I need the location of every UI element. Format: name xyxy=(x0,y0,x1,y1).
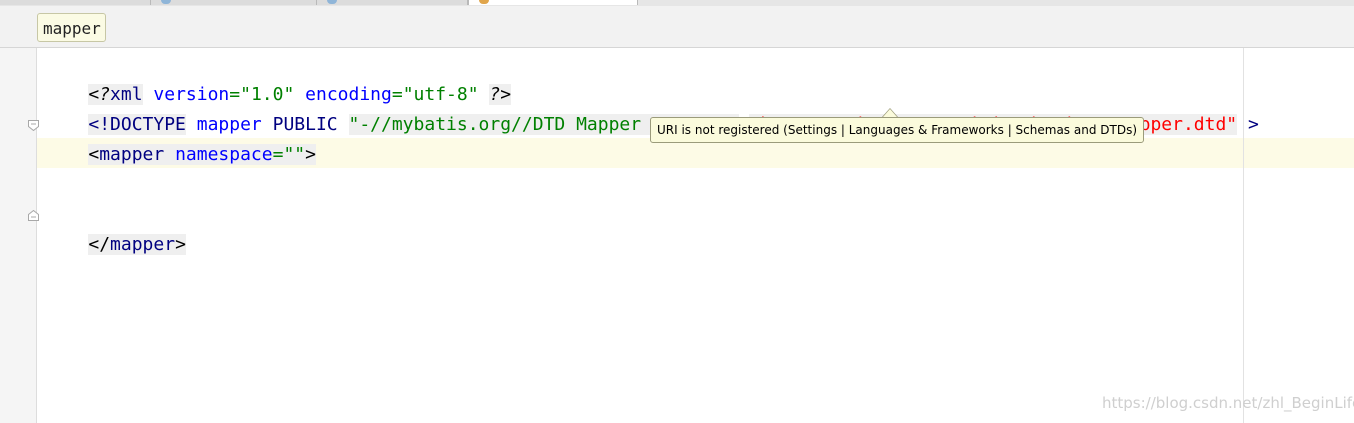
xml-file-icon xyxy=(479,0,489,4)
editor-gutter[interactable] xyxy=(0,48,37,423)
end-tag-close: > xyxy=(175,234,186,255)
fold-close-icon[interactable] xyxy=(28,210,39,221)
code-line-3[interactable]: <mapper namespace=""> xyxy=(45,110,316,165)
java-class-icon xyxy=(161,0,171,4)
editor-tab[interactable] xyxy=(317,0,468,5)
fold-open-icon[interactable] xyxy=(28,120,39,131)
uri-not-registered-tooltip: URI is not registered (Settings | Langua… xyxy=(650,117,1144,143)
tooltip-pointer xyxy=(882,108,898,117)
breadcrumb: mapper xyxy=(0,6,1354,48)
attr-namespace-value: "" xyxy=(283,144,306,165)
code-line-6[interactable]: </mapper> xyxy=(45,200,186,255)
code-line-2[interactable]: <!DOCTYPE mapper PUBLIC "-//mybatis.org/… xyxy=(45,80,1259,135)
end-tag-open: </ xyxy=(88,234,111,255)
end-tag-mapper: mapper xyxy=(110,234,176,255)
java-class-icon xyxy=(327,0,337,4)
editor-tab-active[interactable] xyxy=(468,0,638,5)
breadcrumb-item-mapper[interactable]: mapper xyxy=(37,13,106,42)
editor-tab[interactable] xyxy=(0,0,151,5)
tag-close-bracket: > xyxy=(305,144,316,165)
doctype-close: > xyxy=(1248,114,1259,135)
code-line-1[interactable]: <?xml version="1.0" encoding="utf-8" ?> xyxy=(45,50,512,105)
watermark: https://blog.csdn.net/zhl_BeginLife xyxy=(1102,394,1354,412)
editor-tab[interactable] xyxy=(151,0,317,5)
tag-mapper: mapper xyxy=(99,144,165,165)
attr-eq: = xyxy=(272,144,284,165)
tag-open-bracket: < xyxy=(88,144,100,165)
attr-namespace: namespace xyxy=(175,144,273,165)
ide-editor-window: mapper <?xml version="1.0" encoding="utf… xyxy=(0,0,1354,423)
